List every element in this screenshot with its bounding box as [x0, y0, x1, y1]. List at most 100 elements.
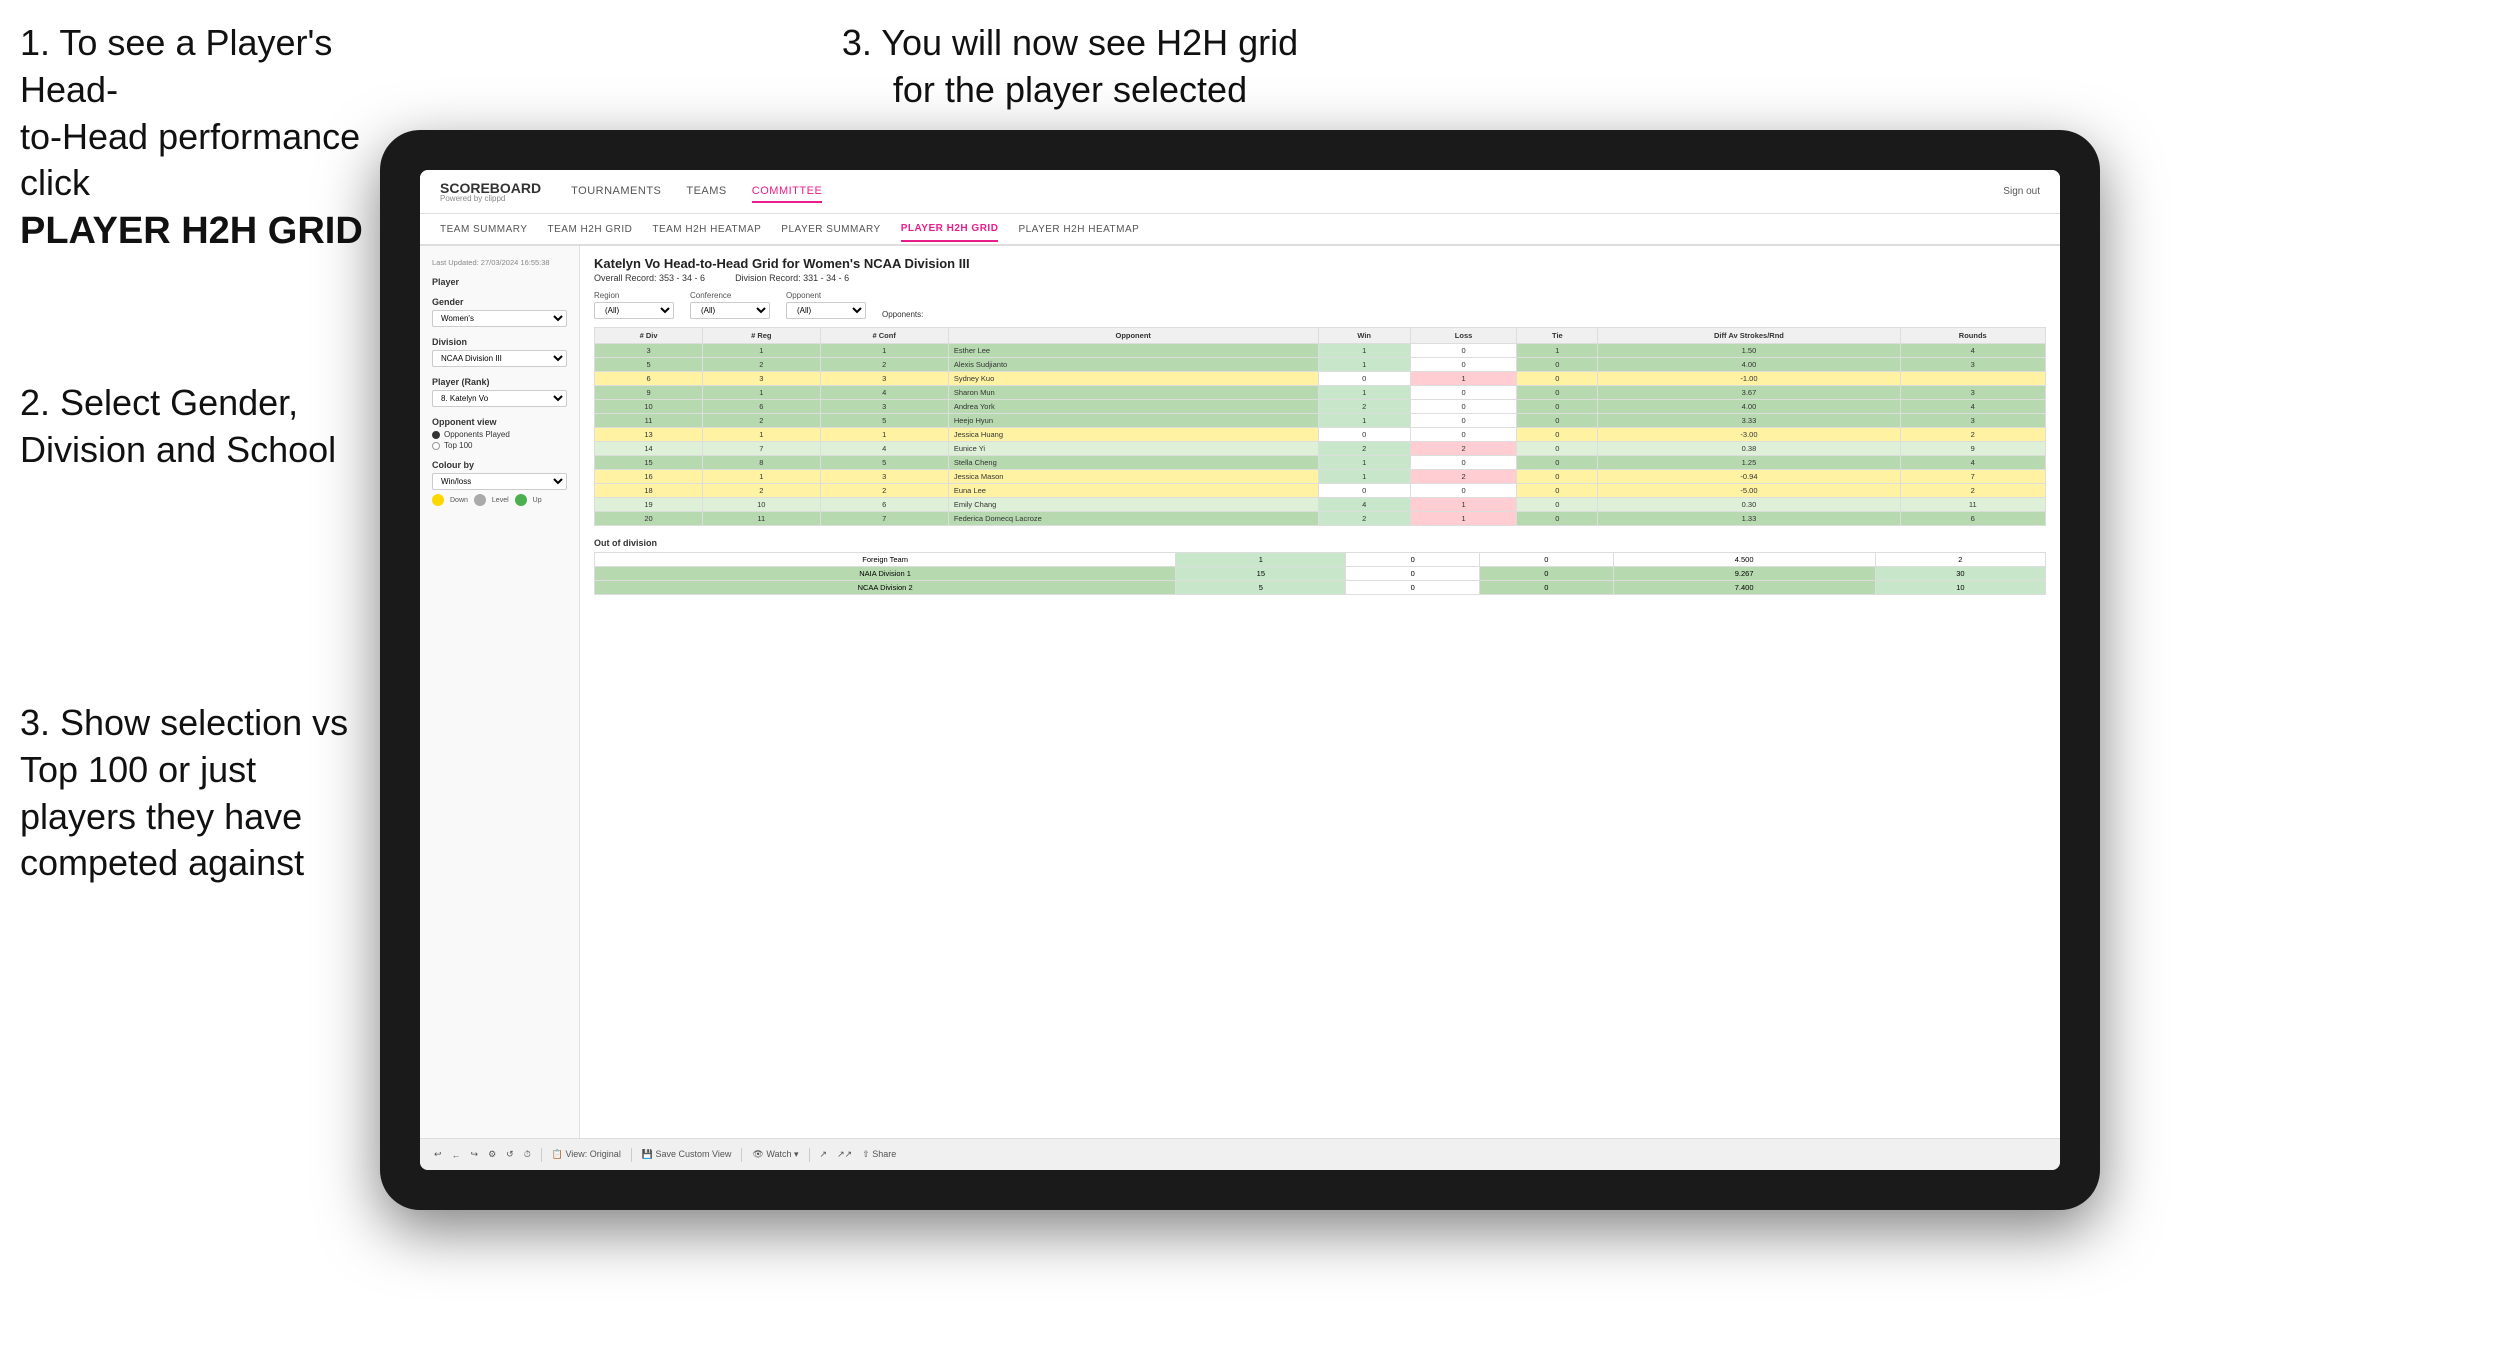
sign-out-button[interactable]: Sign out	[2003, 186, 2040, 197]
th-tie: Tie	[1517, 328, 1598, 344]
toolbar-save-custom[interactable]: 💾 Save Custom View	[642, 1149, 732, 1160]
region-filter-label: Region	[594, 291, 674, 300]
sub-nav-team-h2h-grid[interactable]: TEAM H2H GRID	[548, 218, 633, 241]
toolbar-sep-1	[541, 1148, 542, 1162]
step3-top-text: 3. You will now see H2H grid for the pla…	[842, 22, 1298, 110]
main-content: Last Updated: 27/03/2024 16:55:38 Player…	[420, 246, 2060, 1138]
nav-committee[interactable]: COMMITTEE	[752, 181, 823, 203]
toolbar-export[interactable]: ↗	[820, 1149, 828, 1160]
division-section: Division NCAA Division III NCAA Division…	[432, 337, 567, 367]
toolbar-sep-2	[631, 1148, 632, 1162]
opponent-view-label: Opponent view	[432, 417, 567, 427]
colour-dot-up	[515, 494, 527, 506]
instruction-1: 1. To see a Player's Head- to-Head perfo…	[20, 20, 440, 257]
colour-label-level: Level	[492, 497, 509, 504]
step1-bold: PLAYER H2H GRID	[20, 210, 363, 252]
step3-bottom-text: 3. Show selection vs Top 100 or just pla…	[20, 702, 348, 883]
table-row: 13 1 1 Jessica Huang 0 0 0 -3.00 2	[595, 428, 2046, 442]
toolbar-view-original[interactable]: 📋 View: Original	[552, 1149, 621, 1160]
th-div: # Div	[595, 328, 703, 344]
nav-items: TOURNAMENTS TEAMS COMMITTEE	[571, 181, 2003, 203]
sub-nav-player-h2h-heatmap[interactable]: PLAYER H2H HEATMAP	[1018, 218, 1139, 241]
division-select[interactable]: NCAA Division III NCAA Division I NCAA D…	[432, 350, 567, 367]
player-rank-section: Player (Rank) 8. Katelyn Vo	[432, 377, 567, 407]
table-row: 20 11 7 Federica Domecq Lacroze 2 1 0 1.…	[595, 512, 2046, 526]
toolbar-share-ext[interactable]: ↗↗	[837, 1149, 852, 1160]
nav-teams[interactable]: TEAMS	[686, 181, 726, 203]
overall-record: Overall Record: 353 - 34 - 6	[594, 273, 705, 283]
sub-nav-player-summary[interactable]: PLAYER SUMMARY	[781, 218, 880, 241]
sub-nav-player-h2h-grid[interactable]: PLAYER H2H GRID	[901, 217, 999, 242]
nav-tournaments[interactable]: TOURNAMENTS	[571, 181, 661, 203]
h2h-table: # Div # Reg # Conf Opponent Win Loss Tie…	[594, 327, 2046, 526]
division-record: Division Record: 331 - 34 - 6	[735, 273, 849, 283]
toolbar-sep-3	[741, 1148, 742, 1162]
radio-opponents-played[interactable]: Opponents Played	[432, 430, 567, 439]
region-filter-select[interactable]: (All)	[594, 302, 674, 319]
radio-dot-played	[432, 431, 440, 439]
sub-nav-team-h2h-heatmap[interactable]: TEAM H2H HEATMAP	[652, 218, 761, 241]
toolbar-watch[interactable]: 👁 Watch ▾	[752, 1149, 798, 1160]
tablet-screen: SCOREBOARD Powered by clippd TOURNAMENTS…	[420, 170, 2060, 1170]
table-row: 15 8 5 Stella Cheng 1 0 0 1.25 4	[595, 456, 2046, 470]
toolbar-clock[interactable]: ⏱	[524, 1149, 531, 1160]
sidebar-timestamp: Last Updated: 27/03/2024 16:55:38	[432, 258, 567, 267]
out-of-division-label: Out of division	[594, 538, 2046, 548]
toolbar-share[interactable]: ⇧ Share	[862, 1149, 896, 1160]
table-row: Foreign Team 1 0 0 4.500 2	[595, 553, 2046, 567]
ood-table: Foreign Team 1 0 0 4.500 2 NAIA Division…	[594, 552, 2046, 595]
opponent-filter: Opponent (All)	[786, 291, 866, 319]
step2-text: 2. Select Gender, Division and School	[20, 382, 336, 470]
sub-navbar: TEAM SUMMARY TEAM H2H GRID TEAM H2H HEAT…	[420, 214, 2060, 246]
toolbar-back[interactable]: ←	[452, 1150, 461, 1160]
th-opponent: Opponent	[948, 328, 1318, 344]
player-rank-select[interactable]: 8. Katelyn Vo	[432, 390, 567, 407]
colour-dot-level	[474, 494, 486, 506]
colour-dot-down	[432, 494, 444, 506]
table-row: 11 2 5 Heejo Hyun 1 0 0 3.33 3	[595, 414, 2046, 428]
conference-filter-select[interactable]: (All)	[690, 302, 770, 319]
brand-logo: SCOREBOARD Powered by clippd	[440, 181, 541, 203]
table-row: 6 3 3 Sydney Kuo 0 1 0 -1.00	[595, 372, 2046, 386]
colour-by-select[interactable]: Win/loss	[432, 473, 567, 490]
radio-top100[interactable]: Top 100	[432, 441, 567, 450]
toolbar-undo[interactable]: ↩	[434, 1149, 442, 1160]
player-rank-label: Player (Rank)	[432, 377, 567, 387]
th-conf: # Conf	[820, 328, 948, 344]
instruction-3-bottom: 3. Show selection vs Top 100 or just pla…	[20, 700, 380, 887]
instruction-2: 2. Select Gender, Division and School	[20, 380, 380, 474]
instruction-3-top: 3. You will now see H2H grid for the pla…	[820, 20, 1320, 114]
sub-nav-team-summary[interactable]: TEAM SUMMARY	[440, 218, 528, 241]
region-filter: Region (All)	[594, 291, 674, 319]
table-row: 5 2 2 Alexis Sudjianto 1 0 0 4.00 3	[595, 358, 2046, 372]
conference-filter: Conference (All)	[690, 291, 770, 319]
toolbar-sep-4	[809, 1148, 810, 1162]
toolbar-settings[interactable]: ⚙	[488, 1149, 496, 1160]
table-row: 9 1 4 Sharon Mun 1 0 0 3.67 3	[595, 386, 2046, 400]
th-diff: Diff Av Strokes/Rnd	[1598, 328, 1900, 344]
toolbar-redo[interactable]: ↪	[471, 1149, 479, 1160]
record-row: Overall Record: 353 - 34 - 6 Division Re…	[594, 273, 2046, 283]
th-rounds: Rounds	[1900, 328, 2045, 344]
toolbar-refresh[interactable]: ↺	[506, 1149, 514, 1160]
gender-select[interactable]: Women's Men's	[432, 310, 567, 327]
th-reg: # Reg	[703, 328, 820, 344]
opponent-filter-label: Opponent	[786, 291, 866, 300]
colour-legend: Down Level Up	[432, 494, 567, 506]
opponent-filter-select[interactable]: (All)	[786, 302, 866, 319]
colour-section: Colour by Win/loss Down Level Up	[432, 460, 567, 506]
player-section: Player	[432, 277, 567, 287]
data-area: Katelyn Vo Head-to-Head Grid for Women's…	[580, 246, 2060, 1138]
opponents-label-group: Opponents:	[882, 310, 923, 319]
gender-label: Gender	[432, 297, 567, 307]
filters-row: Region (All) Conference (All) Opponent	[594, 291, 2046, 319]
table-row: 18 2 2 Euna Lee 0 0 0 -5.00 2	[595, 484, 2046, 498]
table-row: NAIA Division 1 15 0 0 9.267 30	[595, 567, 2046, 581]
step1-line1: 1. To see a Player's Head-	[20, 22, 332, 110]
division-label: Division	[432, 337, 567, 347]
player-label: Player	[432, 277, 567, 287]
th-win: Win	[1318, 328, 1410, 344]
table-row: 16 1 3 Jessica Mason 1 2 0 -0.94 7	[595, 470, 2046, 484]
brand-subtitle: Powered by clippd	[440, 195, 541, 203]
navbar: SCOREBOARD Powered by clippd TOURNAMENTS…	[420, 170, 2060, 214]
